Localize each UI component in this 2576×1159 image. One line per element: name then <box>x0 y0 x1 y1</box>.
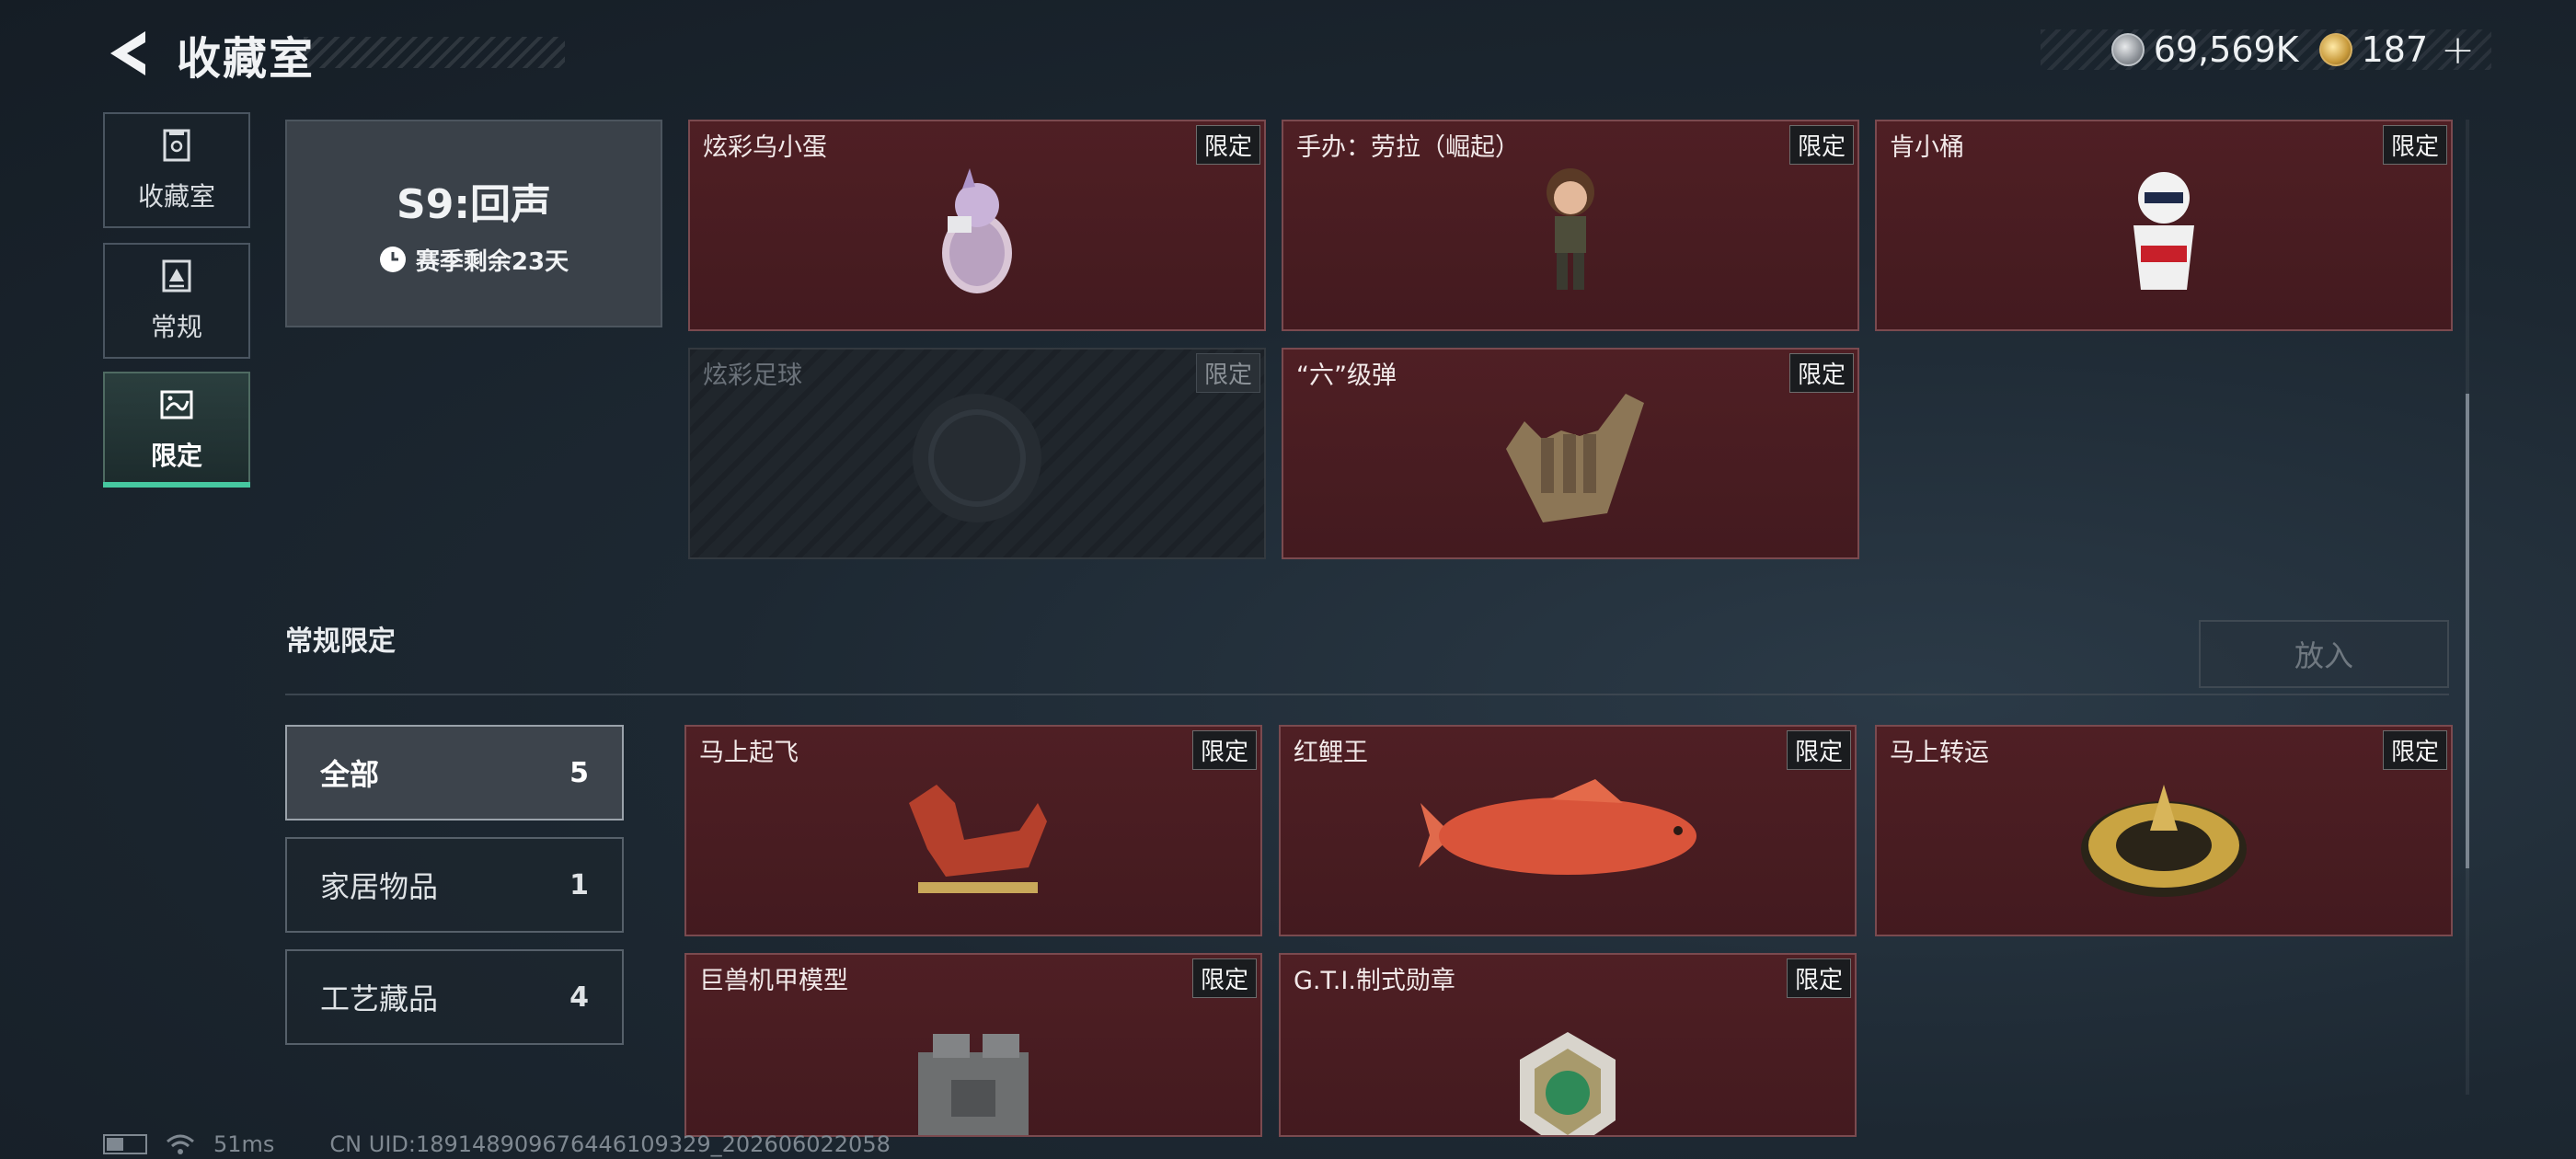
item-card[interactable]: “六”级弹 限定 <box>1282 348 1859 559</box>
golden-coin-icon <box>2081 784 2247 897</box>
uid-text: CN UID:189148909676446109329_20260602205… <box>329 1131 891 1157</box>
egg-figure-icon <box>942 167 1012 293</box>
item-name: 马上起飞 <box>699 739 799 767</box>
back-arrow-icon[interactable] <box>103 28 155 79</box>
wifi-icon <box>167 1134 194 1154</box>
item-name: “六”级弹 <box>1296 361 1397 390</box>
sidebar-item-limited[interactable]: 限定 <box>103 372 250 488</box>
horse-statue-icon <box>909 784 1047 893</box>
gold-coin-icon <box>2318 33 2352 66</box>
filter-label: 全部 <box>320 757 380 792</box>
bucket-figure-icon <box>2133 171 2194 290</box>
item-name: 马上转运 <box>1890 739 1989 767</box>
sidebar-item-label: 收藏室 <box>137 181 215 212</box>
currency-bar: 69,569K 187 + <box>2041 27 2491 74</box>
title-decoration <box>304 37 565 68</box>
filter-label: 家居物品 <box>320 869 439 904</box>
item-name: 炫彩足球 <box>703 361 802 390</box>
medal-badge-icon <box>1520 1032 1616 1135</box>
item-card[interactable]: 肯小桶 限定 <box>1875 120 2453 331</box>
season-title: S9:回声 <box>397 180 551 228</box>
limited-badge: 限定 <box>2382 730 2447 770</box>
limited-badge: 限定 <box>2382 125 2447 165</box>
filter-home-items[interactable]: 家居物品 1 <box>285 837 624 933</box>
item-name: 巨兽机甲模型 <box>699 967 848 995</box>
lara-figure-icon <box>1547 167 1594 290</box>
mech-model-icon <box>918 1034 1029 1135</box>
battery-icon <box>103 1134 147 1154</box>
item-card[interactable]: G.T.I.制式勋章 限定 <box>1279 953 1857 1137</box>
item-card[interactable]: 炫彩乌小蛋 限定 <box>688 120 1266 331</box>
limited-badge: 限定 <box>1195 125 1260 165</box>
bullet-hand-icon <box>1506 393 1644 522</box>
item-card[interactable]: 巨兽机甲模型 限定 <box>684 953 1262 1137</box>
limited-image-icon <box>160 390 193 419</box>
document-icon <box>162 259 191 293</box>
silver-coin-icon <box>2110 33 2145 66</box>
limited-badge: 限定 <box>1191 958 1257 998</box>
item-name: 红鲤王 <box>1294 739 1368 767</box>
silver-amount: 69,569K <box>2153 29 2299 70</box>
section-divider <box>285 694 2449 695</box>
silver-currency: 69,569K <box>2110 29 2299 70</box>
limited-badge: 限定 <box>1786 730 1851 770</box>
item-name: 炫彩乌小蛋 <box>703 133 827 162</box>
item-name: 手办：劳拉（崛起） <box>1296 133 1520 162</box>
item-card[interactable]: 手办：劳拉（崛起） 限定 <box>1282 120 1859 331</box>
item-name: 肯小桶 <box>1890 133 1964 162</box>
item-card[interactable]: 马上转运 限定 <box>1875 725 2453 936</box>
scrollbar-thumb[interactable] <box>2466 394 2469 868</box>
season-remaining: 赛季剩余23天 <box>379 243 569 277</box>
limited-badge: 限定 <box>1195 353 1260 393</box>
gold-amount: 187 <box>2361 29 2429 70</box>
season-remaining-text: 赛季剩余23天 <box>415 247 569 276</box>
active-tab-indicator <box>103 482 250 488</box>
limited-badge: 限定 <box>1191 730 1257 770</box>
sidebar-item-label: 常规 <box>150 312 202 342</box>
filter-label: 工艺藏品 <box>320 981 439 1016</box>
item-card[interactable]: 马上起飞 限定 <box>684 725 1262 936</box>
item-card[interactable]: 红鲤王 限定 <box>1279 725 1857 936</box>
sidebar-item-regular[interactable]: 常规 <box>103 243 250 359</box>
item-name: G.T.I.制式勋章 <box>1294 967 1455 995</box>
filter-all[interactable]: 全部 5 <box>285 725 624 820</box>
latency-text: 51ms <box>213 1131 275 1157</box>
limited-badge: 限定 <box>1788 125 1854 165</box>
section-title: 常规限定 <box>285 625 396 658</box>
sidebar-item-collection[interactable]: 收藏室 <box>103 112 250 228</box>
filter-crafts[interactable]: 工艺藏品 4 <box>285 949 624 1045</box>
koi-fish-icon <box>1419 778 1696 875</box>
filter-count: 1 <box>569 868 589 901</box>
season-info-card: S9:回声 赛季剩余23天 <box>285 120 662 327</box>
page-title: 收藏室 <box>177 33 316 85</box>
item-card-locked[interactable]: 炫彩足球 限定 <box>688 348 1266 559</box>
put-in-button[interactable]: 放入 <box>2199 620 2449 688</box>
gold-currency[interactable]: 187 + <box>2318 27 2475 74</box>
filter-count: 4 <box>569 981 589 1014</box>
sidebar-item-label: 限定 <box>150 441 202 471</box>
limited-badge: 限定 <box>1788 353 1854 393</box>
status-bar: 51ms CN UID:189148909676446109329_202606… <box>103 1131 891 1157</box>
filter-count: 5 <box>569 756 589 789</box>
add-currency-button[interactable]: + <box>2441 27 2475 74</box>
clock-icon <box>379 247 406 272</box>
football-silhouette-icon <box>913 393 1041 522</box>
limited-badge: 限定 <box>1786 958 1851 998</box>
collection-box-icon <box>163 129 190 162</box>
